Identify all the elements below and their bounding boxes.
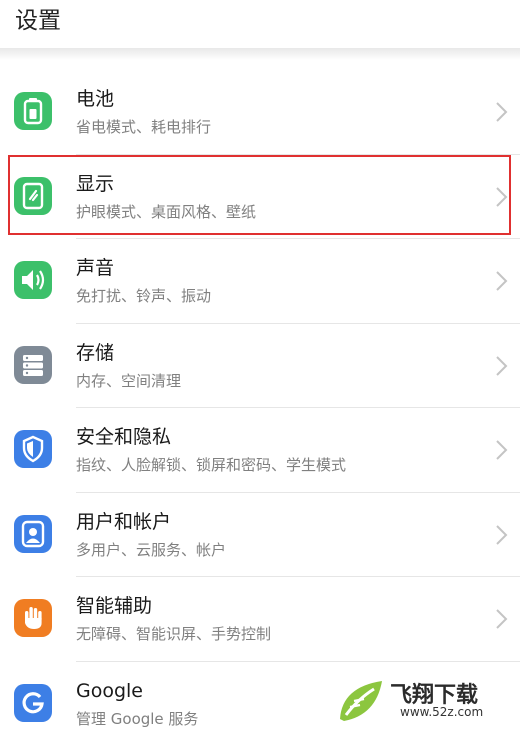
- chevron-right-icon: [492, 438, 510, 462]
- settings-item-title: Google: [76, 678, 143, 704]
- chevron-right-icon: [492, 269, 510, 293]
- settings-item-title: 电池: [76, 86, 114, 112]
- settings-item-title: 安全和隐私: [76, 424, 171, 450]
- chevron-right-icon: [492, 354, 510, 378]
- user-icon: [14, 515, 52, 553]
- settings-item-subtitle: 多用户、云服务、帐户: [76, 539, 226, 561]
- settings-item-title: 智能辅助: [76, 593, 152, 619]
- storage-icon: [14, 346, 52, 384]
- page-title: 设置: [15, 6, 61, 36]
- settings-item-title: 声音: [76, 255, 114, 281]
- settings-item-sound[interactable]: 声音 免打扰、铃声、振动: [0, 239, 520, 324]
- hand-icon: [14, 599, 52, 637]
- highlight-frame: [8, 155, 511, 235]
- google-icon: [14, 684, 52, 722]
- leaf-logo-icon: [336, 675, 386, 725]
- settings-item-subtitle: 内存、空间清理: [76, 370, 181, 392]
- settings-item-title: 用户和帐户: [76, 509, 171, 535]
- chevron-right-icon: [492, 607, 510, 631]
- settings-item-battery[interactable]: 电池 省电模式、耗电排行: [0, 70, 520, 155]
- sound-icon: [14, 261, 52, 299]
- watermark-url: www.52z.com: [400, 705, 483, 719]
- app-header: 设置: [0, 0, 520, 54]
- chevron-right-icon: [492, 100, 510, 124]
- settings-item-subtitle: 管理 Google 服务: [76, 708, 198, 730]
- settings-item-subtitle: 省电模式、耗电排行: [76, 116, 211, 138]
- watermark: 飞翔下载 www.52z.com: [336, 675, 514, 725]
- settings-item-storage[interactable]: 存储 内存、空间清理: [0, 324, 520, 409]
- settings-item-subtitle: 免打扰、铃声、振动: [76, 285, 211, 307]
- battery-icon: [14, 92, 52, 130]
- settings-item-security[interactable]: 安全和隐私 指纹、人脸解锁、锁屏和密码、学生模式: [0, 408, 520, 493]
- shield-icon: [14, 430, 52, 468]
- settings-item-users-accounts[interactable]: 用户和帐户 多用户、云服务、帐户: [0, 493, 520, 578]
- header-divider: [0, 48, 520, 60]
- settings-item-title: 存储: [76, 340, 114, 366]
- settings-item-subtitle: 指纹、人脸解锁、锁屏和密码、学生模式: [76, 454, 346, 476]
- settings-item-subtitle: 无障碍、智能识屏、手势控制: [76, 623, 271, 645]
- settings-item-smart-assist[interactable]: 智能辅助 无障碍、智能识屏、手势控制: [0, 577, 520, 662]
- chevron-right-icon: [492, 523, 510, 547]
